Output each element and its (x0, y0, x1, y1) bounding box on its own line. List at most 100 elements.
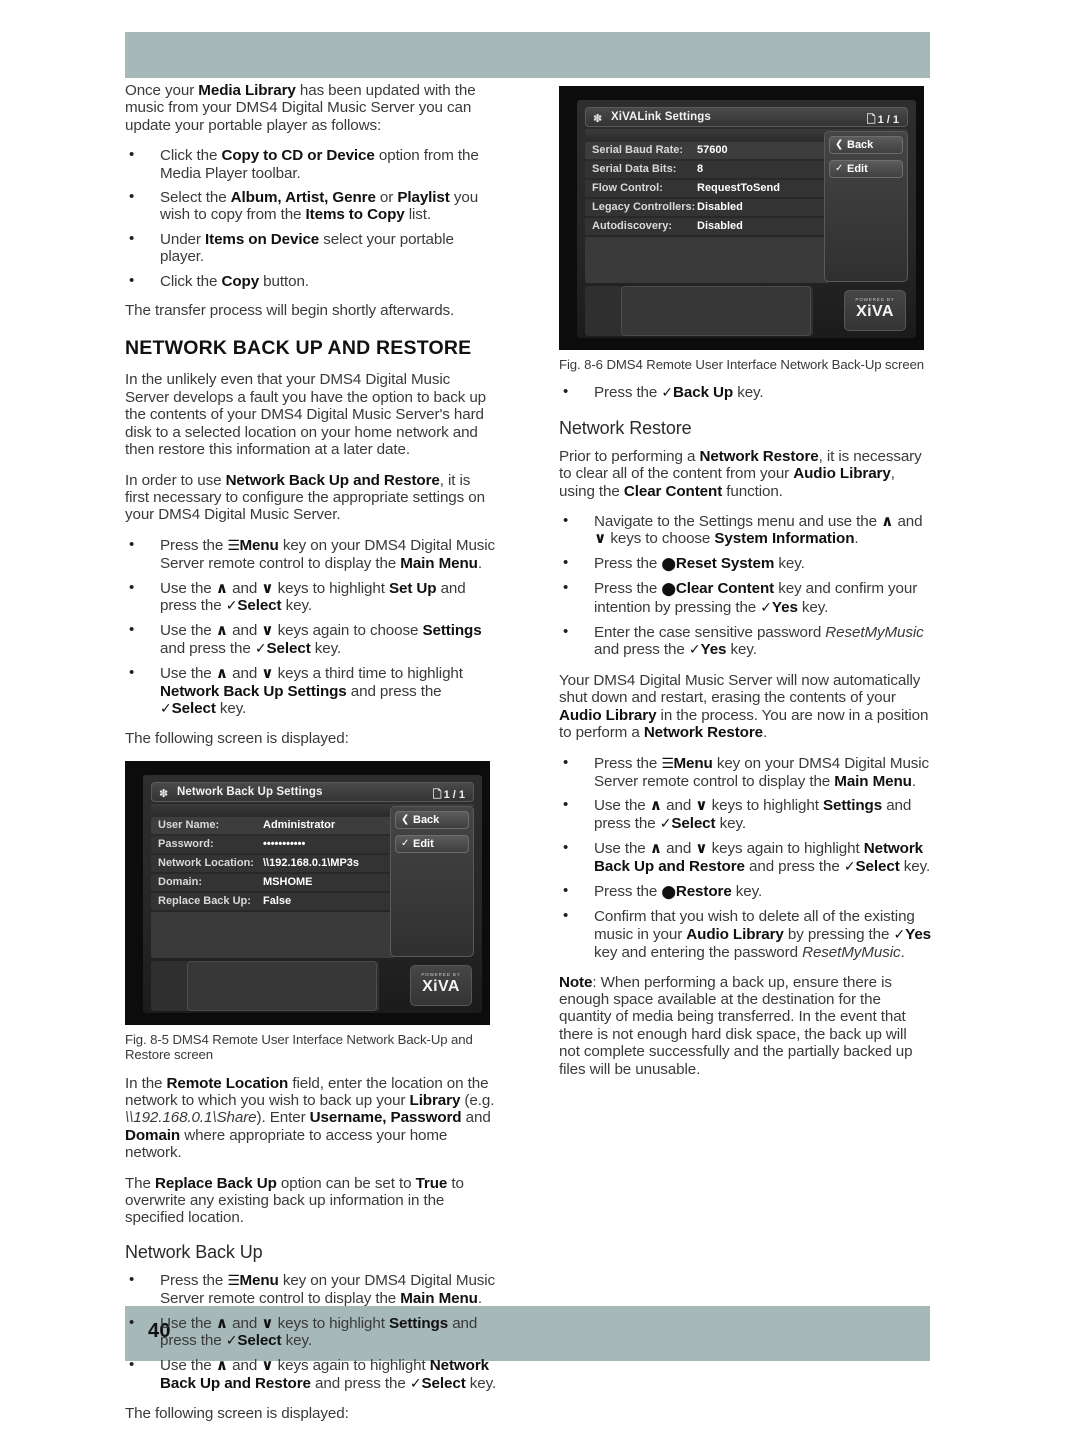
prior-paragraph: Prior to performing a Network Restore, i… (559, 447, 922, 500)
configure-bullets: Press the ☰Menu key on your DMS4 Digital… (125, 536, 497, 719)
table-row[interactable]: Flow Control: RequestToSend (585, 180, 829, 197)
table-row[interactable]: Legacy Controllers: Disabled (585, 199, 829, 216)
row-key: Legacy Controllers: (592, 201, 696, 213)
check-icon: ✓ (225, 597, 238, 614)
screen-capture-network-backup: ✽ Network Back Up Settings 🗋 1 / 1 User N… (125, 760, 490, 1025)
list-item: Press the ☰Menu key on your DMS4 Digital… (125, 1271, 497, 1308)
back-chevron-icon: ❮ (835, 139, 844, 150)
list-item: Press the ⬤Clear Content key and confirm… (559, 579, 931, 617)
row-key: Serial Baud Rate: (592, 144, 684, 156)
down-arrow-icon: ∨ (261, 578, 274, 597)
list-item: Use the ∧ and ∨ keys to highlight Settin… (125, 1314, 497, 1351)
up-arrow-icon: ∧ (215, 1356, 228, 1375)
remote-location-paragraph: In the Remote Location field, enter the … (125, 1074, 495, 1162)
down-arrow-icon: ∨ (261, 664, 274, 683)
check-icon: ✓ (688, 642, 701, 659)
shutdown-paragraph: Your DMS4 Digital Music Server will now … (559, 671, 929, 742)
screen-capture-xivalink: ✽ XiVALink Settings 🗋 1 / 1 Serial Baud R… (559, 86, 924, 350)
left-column: Once your Media Library has been updated… (125, 82, 497, 1436)
replace-backup-paragraph: The Replace Back Up option can be set to… (125, 1174, 464, 1227)
circle-button-icon: ⬤ (661, 582, 676, 598)
unlikely-paragraph: In the unlikely even that your DMS4 Digi… (125, 371, 487, 459)
figure-8-6: ✽ XiVALink Settings 🗋 1 / 1 Serial Baud R… (559, 86, 931, 372)
down-arrow-icon: ∨ (695, 796, 708, 815)
list-item: Confirm that you wish to delete all of t… (559, 907, 931, 961)
screen-page-indicator: 🗋 1 / 1 (432, 787, 465, 801)
check-icon: ✓ (659, 815, 672, 832)
table-row[interactable]: Domain: MSHOME (151, 873, 395, 891)
screen-side-panel: ❮ Back ✓ Edit (824, 131, 908, 282)
manual-page: 40 Once your Media Library has been upda… (0, 0, 1080, 1422)
screen-body: ✽ XiVALink Settings 🗋 1 / 1 Serial Baud R… (577, 100, 916, 338)
up-arrow-icon: ∧ (215, 578, 228, 597)
screen-bottom-box (187, 960, 377, 1011)
check-icon: ✓ (401, 837, 410, 849)
check-icon: ✓ (225, 1333, 238, 1350)
list-item: Press the ✓Back Up key. (559, 383, 931, 402)
screen-title: Network Back Up Settings (177, 785, 323, 798)
table-row[interactable]: Password: ••••••••••• (151, 835, 395, 853)
following-screen-1: The following screen is displayed: (125, 730, 349, 748)
down-arrow-icon: ∨ (261, 621, 274, 640)
up-arrow-icon: ∧ (215, 621, 228, 640)
row-value: Disabled (697, 220, 743, 232)
up-arrow-icon: ∧ (881, 512, 894, 531)
check-icon: ✓ (893, 926, 906, 943)
right-column: ✽ XiVALink Settings 🗋 1 / 1 Serial Baud R… (559, 82, 931, 1091)
menu-icon: ☰ (227, 537, 240, 554)
back-button-label: Back (847, 139, 874, 151)
edit-button[interactable]: ✓ Edit (395, 834, 469, 853)
back-button[interactable]: ❮ Back (829, 136, 903, 154)
list-item: Use the ∧ and ∨ keys again to highlight … (125, 1356, 497, 1393)
row-key: Serial Data Bits: (592, 163, 677, 175)
row-key: Domain: (158, 875, 202, 888)
powered-by-label: POWERED BY (421, 971, 461, 977)
subheading-network-restore: Network Restore (559, 417, 692, 438)
list-item: Click the Copy to CD or Device option fr… (125, 146, 497, 182)
down-arrow-icon: ∨ (261, 1356, 274, 1375)
circle-button-icon: ⬤ (661, 884, 676, 900)
menu-icon: ☰ (227, 1272, 240, 1289)
table-row[interactable]: Network Location: \\192.168.0.1\MP3s (151, 854, 395, 872)
row-value: ••••••••••• (263, 837, 306, 850)
back-button[interactable]: ❮ Back (395, 810, 469, 829)
settings-rows: User Name: Administrator Password: •••••••… (151, 816, 395, 912)
up-arrow-icon: ∧ (215, 664, 228, 683)
table-row[interactable]: User Name: Administrator (151, 816, 395, 834)
check-icon: ✓ (760, 599, 772, 616)
screen-title-bar: ✽ Network Back Up Settings 🗋 1 / 1 (151, 781, 474, 802)
list-item: Enter the case sensitive password ResetM… (559, 623, 931, 660)
table-row[interactable]: Replace Back Up: False (151, 892, 395, 910)
screen-body: ✽ Network Back Up Settings 🗋 1 / 1 User N… (143, 774, 482, 1013)
page-icon: 🗋 (866, 113, 876, 126)
back-button-label: Back (413, 813, 440, 826)
wrench-icon: ✽ (159, 787, 169, 800)
rows-filler (151, 911, 395, 958)
xiva-wordmark: XiVA (422, 977, 460, 995)
xiva-wordmark: XiVA (856, 303, 894, 320)
inorder-paragraph: In order to use Network Back Up and Rest… (125, 471, 485, 524)
figure-8-5: ✽ Network Back Up Settings 🗋 1 / 1 User N… (125, 760, 497, 1063)
row-value: 57600 (697, 144, 728, 156)
circle-button-icon: ⬤ (661, 556, 676, 572)
row-key: Replace Back Up: (158, 894, 251, 907)
edit-button-label: Edit (847, 163, 868, 175)
menu-icon: ☰ (661, 755, 674, 772)
screen-side-panel: ❮ Back ✓ Edit (390, 805, 474, 957)
xiva-logo: POWERED BY XiVA (410, 964, 472, 1006)
back-chevron-icon: ❮ (401, 813, 410, 825)
edit-button[interactable]: ✓ Edit (829, 160, 903, 178)
up-arrow-icon: ∧ (649, 839, 662, 858)
page-icon: 🗋 (432, 787, 442, 801)
table-row[interactable]: Serial Data Bits: 8 (585, 161, 829, 178)
list-item: Press the ☰Menu key on your DMS4 Digital… (125, 536, 497, 573)
figure-caption: Fig. 8-5 DMS4 Remote User Interface Netw… (125, 1031, 473, 1063)
list-item: Click the Copy button. (125, 272, 497, 290)
table-row[interactable]: Autodiscovery: Disabled (585, 218, 829, 235)
row-key: User Name: (158, 818, 220, 831)
subheading-network-back-up: Network Back Up (125, 1241, 263, 1262)
following-screen-2: The following screen is displayed: (125, 1405, 349, 1423)
table-row[interactable]: Serial Baud Rate: 57600 (585, 142, 829, 159)
list-item: Use the ∧ and ∨ keys a third time to hig… (125, 664, 497, 718)
settings-rows: Serial Baud Rate: 57600 Serial Data Bits:… (585, 142, 829, 237)
